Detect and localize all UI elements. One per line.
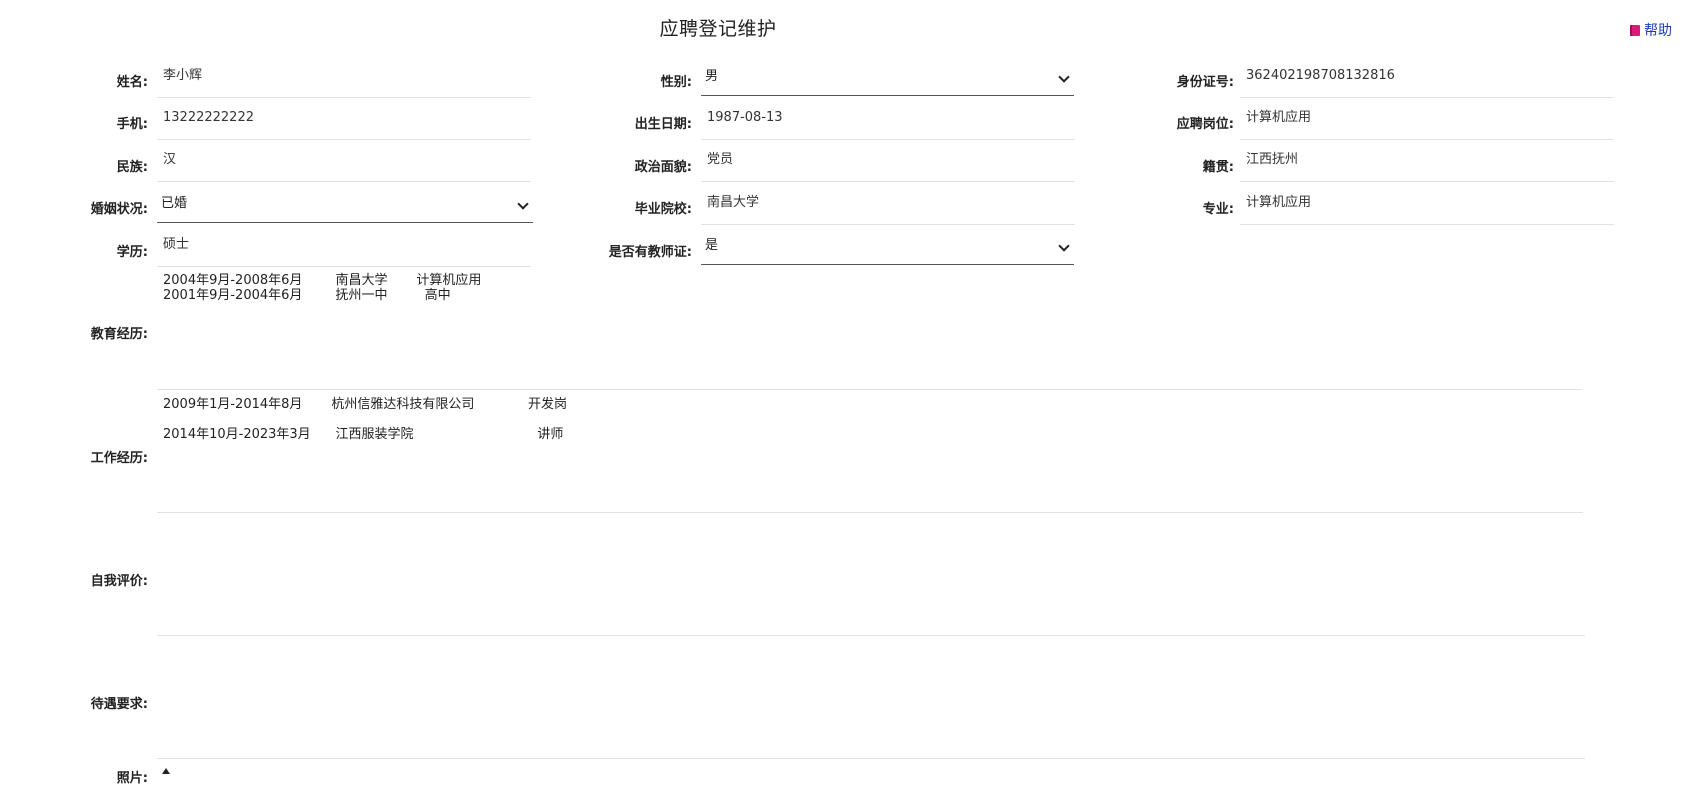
- marital-selected: 已婚: [161, 196, 188, 211]
- school-label: 毕业院校:: [634, 202, 692, 217]
- school-field[interactable]: 南昌大学: [701, 185, 1075, 225]
- political-field[interactable]: 党员: [701, 142, 1075, 182]
- phone-field[interactable]: 13222222222: [157, 100, 531, 140]
- id-card-field[interactable]: 362402198708132816: [1240, 58, 1614, 98]
- page-title: 应聘登记维护: [659, 18, 777, 40]
- id-card-label: 身份证号:: [1176, 75, 1234, 90]
- chevron-down-icon: [517, 198, 529, 210]
- birth-date-field[interactable]: 1987-08-13: [701, 100, 1075, 140]
- salary-textarea[interactable]: [157, 636, 1585, 759]
- help-link[interactable]: 帮助: [1630, 20, 1672, 40]
- major-field[interactable]: 计算机应用: [1240, 185, 1614, 225]
- book-icon: [1630, 25, 1640, 36]
- work-history-line: 2009年1月-2014年8月 杭州信雅达科技有限公司 开发岗: [163, 397, 568, 412]
- teacher-cert-selected: 是: [705, 238, 719, 253]
- work-history-line: 2014年10月-2023年3月 江西服装学院 讲师: [163, 427, 564, 442]
- name-label: 姓名:: [116, 75, 148, 90]
- major-label: 专业:: [1202, 202, 1234, 217]
- self-eval-textarea[interactable]: [157, 513, 1585, 636]
- birth-date-label: 出生日期:: [634, 117, 692, 132]
- photo-label: 照片:: [116, 771, 148, 786]
- ethnicity-label: 民族:: [116, 160, 148, 175]
- edu-history-label: 教育经历:: [90, 327, 148, 342]
- education-label: 学历:: [116, 245, 148, 260]
- edu-history-textarea[interactable]: 2004年9月-2008年6月 南昌大学 计算机应用 2001年9月-2004年…: [157, 268, 1581, 390]
- gender-label: 性别:: [660, 75, 692, 90]
- position-field[interactable]: 计算机应用: [1240, 100, 1614, 140]
- gender-selected: 男: [705, 69, 719, 84]
- marital-select[interactable]: 已婚: [157, 187, 533, 223]
- help-label: 帮助: [1644, 23, 1672, 39]
- work-history-textarea[interactable]: 2009年1月-2014年8月 杭州信雅达科技有限公司 开发岗 2014年10月…: [157, 390, 1583, 513]
- marital-label: 婚姻状况:: [90, 202, 148, 217]
- native-place-field[interactable]: 江西抚州: [1240, 142, 1614, 182]
- work-history-label: 工作经历:: [90, 451, 148, 466]
- caret-up-icon[interactable]: [162, 768, 170, 774]
- gender-select[interactable]: 男: [701, 60, 1074, 96]
- position-label: 应聘岗位:: [1176, 117, 1234, 132]
- chevron-down-icon: [1058, 240, 1070, 252]
- name-field[interactable]: 李小辉: [157, 58, 531, 98]
- teacher-cert-label: 是否有教师证:: [608, 245, 692, 260]
- salary-label: 待遇要求:: [90, 697, 148, 712]
- political-label: 政治面貌:: [634, 160, 692, 175]
- ethnicity-field[interactable]: 汉: [157, 142, 531, 182]
- chevron-down-icon: [1058, 71, 1070, 83]
- edu-history-line: 2001年9月-2004年6月 抚州一中 高中: [163, 288, 451, 303]
- phone-label: 手机:: [116, 117, 148, 132]
- self-eval-label: 自我评价:: [90, 574, 148, 589]
- education-field[interactable]: 硕士: [157, 227, 531, 267]
- native-place-label: 籍贯:: [1202, 160, 1234, 175]
- edu-history-line: 2004年9月-2008年6月 南昌大学 计算机应用: [163, 273, 482, 288]
- teacher-cert-select[interactable]: 是: [701, 229, 1074, 265]
